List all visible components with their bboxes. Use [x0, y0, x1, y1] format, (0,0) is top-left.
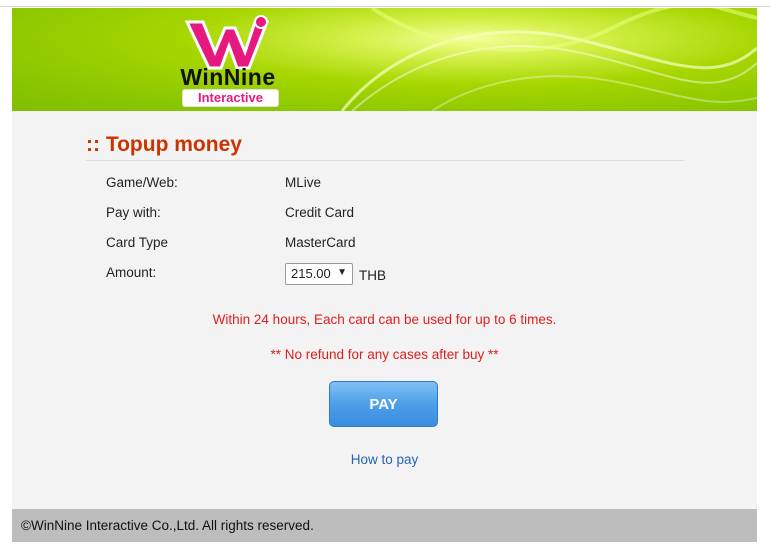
top-divider	[0, 6, 770, 7]
no-refund-notice: ** No refund for any cases after buy **	[270, 347, 499, 362]
pay-with-value: Credit Card	[285, 205, 355, 220]
game-web-label: Game/Web:	[106, 175, 178, 190]
page-title: :: Topup money	[86, 133, 242, 156]
copyright-text: ©WinNine Interactive Co.,Ltd. All rights…	[21, 518, 314, 533]
logo-wordmark: WinNine	[180, 64, 276, 90]
amount-selected-value: 215.00	[291, 266, 331, 281]
how-to-pay-link: How to pay	[12, 452, 757, 467]
logo-subtitle: Interactive	[182, 89, 279, 107]
card-type-label: Card Type	[106, 235, 169, 250]
amount-select[interactable]: 215.00 ▼	[285, 263, 353, 285]
title-divider	[86, 160, 684, 161]
pay-button[interactable]: PAY	[329, 381, 438, 427]
footer-bar: ©WinNine Interactive Co.,Ltd. All rights…	[12, 509, 757, 542]
topup-panel: :: Topup money Game/Web: MLive Pay with:…	[12, 111, 757, 509]
card-type-value: MasterCard	[285, 235, 356, 250]
game-web-value: MLive	[285, 175, 322, 190]
card-limit-notice: Within 24 hours, Each card can be used f…	[212, 312, 557, 327]
pay-with-label: Pay with:	[106, 205, 161, 220]
banner-swirl-decoration	[340, 8, 757, 111]
header-banner: WinNine Interactive	[12, 8, 757, 111]
currency-label: THB	[359, 268, 386, 283]
amount-label: Amount:	[106, 265, 157, 280]
how-to-pay-link-text[interactable]: How to pay	[351, 452, 419, 467]
chevron-down-icon: ▼	[337, 267, 347, 278]
